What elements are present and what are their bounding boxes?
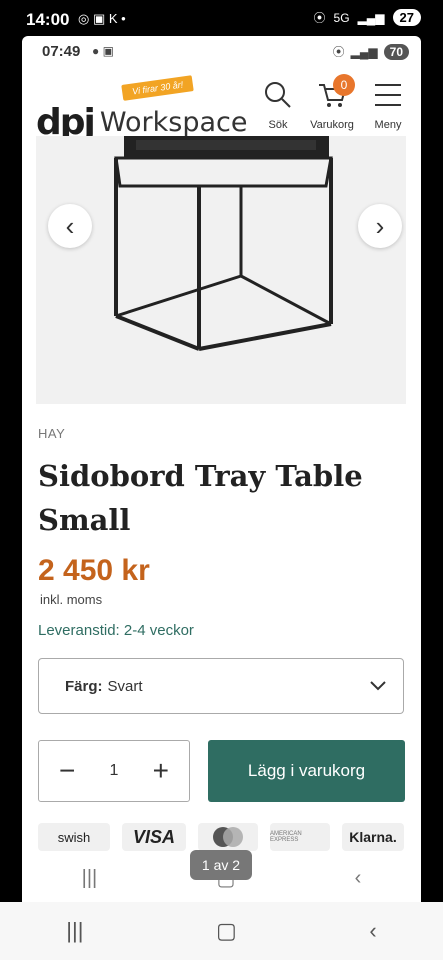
cart-label: Varukorg (310, 119, 354, 131)
back-icon[interactable]: ‹ (355, 867, 362, 890)
inner-status-right: ⦿ ▂▄▆ 70 (333, 43, 409, 60)
product-image (114, 136, 333, 351)
amex-logo: AMERICAN EXPRESS (270, 823, 330, 851)
search-button[interactable]: Sök (248, 80, 308, 131)
gallery-next-button[interactable]: › (358, 204, 402, 248)
chevron-right-icon: › (375, 210, 385, 241)
outer-clock: 14:00 (26, 10, 70, 29)
logo-word: Workspace (99, 107, 248, 138)
add-to-cart-button[interactable]: Lägg i varukorg (208, 740, 405, 802)
vat-note: inkl. moms (40, 592, 103, 607)
cart-button[interactable]: 0 Varukorg (302, 74, 362, 131)
search-label: Sök (268, 119, 288, 131)
outer-status-bar: 14:00 ◎ ▣ K • ⦿ 5G ▂▄▆ 27 (0, 0, 443, 36)
signal-icon: ▂▄▆ (357, 10, 385, 25)
screenshot-frame: 07:49 ● ▣ ⦿ ▂▄▆ 70 dpj Workspace Vi fira… (22, 36, 421, 902)
visa-logo: VISA (122, 823, 186, 851)
payment-methods: swish VISA AMERICAN EXPRESS Klarna. (38, 823, 404, 851)
location-icon: ⦿ (313, 11, 326, 25)
inner-notification-icons: ● ▣ (92, 44, 114, 58)
home-icon[interactable]: ▢ (216, 918, 237, 944)
menu-label: Meny (374, 119, 402, 131)
signal-label: 5G (333, 10, 350, 25)
product-gallery[interactable]: ‹ › (36, 136, 406, 404)
decrease-quantity-button[interactable]: − (59, 755, 75, 787)
color-select-label: Färg: (65, 677, 103, 695)
quantity-value[interactable]: 1 (110, 762, 119, 780)
color-select[interactable]: Färg: Svart (38, 658, 404, 714)
hamburger-icon (375, 84, 401, 106)
product-brand[interactable]: HAY (38, 426, 65, 441)
mastercard-logo (198, 823, 258, 851)
color-select-value: Svart (107, 677, 143, 695)
menu-button[interactable]: Meny (358, 80, 418, 131)
search-icon (265, 82, 291, 108)
system-navigation-bar: ||| ▢ ‹ (0, 902, 443, 960)
back-icon[interactable]: ‹ (369, 918, 376, 944)
location-icon: ⦿ (332, 45, 345, 59)
increase-quantity-button[interactable]: + (153, 755, 169, 787)
klarna-logo: Klarna. (342, 823, 404, 851)
outer-status-right: ⦿ 5G ▂▄▆ 27 (314, 9, 421, 26)
notification-icons: ◎ ▣ K • (78, 11, 126, 26)
gallery-prev-button[interactable]: ‹ (48, 204, 92, 248)
chevron-left-icon: ‹ (65, 210, 75, 241)
inner-status-bar: 07:49 ● ▣ ⦿ ▂▄▆ 70 (22, 36, 421, 66)
swish-logo: swish (38, 823, 110, 851)
recent-apps-icon[interactable]: ||| (82, 867, 98, 890)
signal-icon: ▂▄▆ (350, 44, 378, 59)
anniversary-ribbon: Vi firar 30 år! (121, 75, 195, 101)
page-indicator: 1 av 2 (190, 850, 252, 880)
recent-apps-icon[interactable]: ||| (66, 918, 83, 944)
battery-indicator: 27 (392, 9, 421, 26)
inner-clock: 07:49 (42, 43, 81, 60)
delivery-time: Leveranstid: 2-4 veckor (38, 622, 194, 639)
battery-indicator: 70 (383, 43, 409, 60)
chevron-down-icon (370, 681, 386, 691)
product-title: Sidobord Tray Table Small (38, 459, 363, 537)
product-price: 2 450 kr (38, 554, 150, 587)
cart-count-badge: 0 (333, 74, 355, 96)
quantity-stepper[interactable]: − 1 + (38, 740, 190, 802)
